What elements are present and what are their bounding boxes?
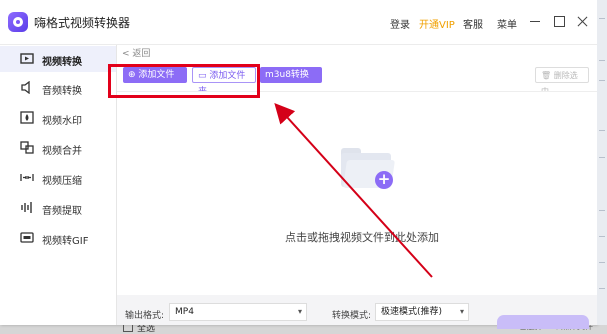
m3u8-label: m3u8转换	[265, 70, 309, 80]
compress-icon	[20, 171, 34, 184]
app-title: 嗨格式视频转换器	[34, 16, 131, 30]
sidebar-item-gif[interactable]: 视频转GIF	[0, 225, 116, 251]
back-link[interactable]: < 返回	[122, 46, 150, 59]
mode-value: 极速模式(推荐)	[381, 307, 443, 317]
chevron-down-icon: ▾	[297, 307, 302, 316]
format-label: 输出格式:	[125, 311, 165, 321]
chevron-down-icon: ▾	[459, 307, 464, 316]
sidebar-item-watermark[interactable]: 视频水印	[0, 105, 116, 131]
output-settings-bar: 输出格式: MP4 ▾ 转换模式: 极速模式(推荐) ▾	[117, 295, 597, 329]
login-button[interactable]: 登录	[390, 16, 410, 31]
sidebar-item-merge[interactable]: 视频合并	[0, 135, 116, 161]
menu-button[interactable]: 菜单	[497, 16, 517, 31]
sidebar: 视频转换 音频转换 视频水印 视频合并 视频压缩 音频提取 视频转GIF	[0, 45, 117, 325]
vip-button[interactable]: 开通VIP	[419, 16, 455, 31]
delete-selected-button[interactable]: 🗑 删除选中	[535, 67, 589, 96]
minimize-icon[interactable]	[527, 13, 543, 29]
sidebar-item-audio-convert[interactable]: 音频转换	[0, 75, 116, 101]
select-all-label: 全选	[137, 324, 156, 334]
trash-icon: 🗑	[541, 71, 552, 80]
maximize-icon[interactable]	[551, 13, 567, 29]
drop-hint-text: 点击或拖拽视频文件到此处添加	[285, 231, 439, 244]
audio-extract-icon	[20, 201, 34, 214]
m3u8-convert-button[interactable]: m3u8转换	[260, 67, 322, 83]
sidebar-item-video-convert[interactable]: 视频转换	[0, 46, 116, 72]
video-convert-icon	[20, 52, 34, 65]
app-window: 嗨格式视频转换器 登录 开通VIP 客服 菜单 视频转换 音频转换 视频水印 视…	[0, 0, 597, 334]
sidebar-item-audio-extract[interactable]: 音频提取	[0, 195, 116, 221]
highlight-box	[108, 64, 260, 98]
audio-convert-icon	[20, 80, 34, 95]
mode-select[interactable]: 极速模式(推荐) ▾	[375, 303, 469, 321]
sidebar-item-compress[interactable]: 视频压缩	[0, 165, 116, 191]
sidebar-item-label: 视频转换	[42, 57, 82, 68]
start-convert-button[interactable]	[497, 315, 589, 329]
mode-label: 转换模式:	[332, 311, 372, 321]
sidebar-item-label: 音频转换	[42, 86, 82, 97]
merge-icon	[20, 141, 34, 154]
sidebar-item-label: 视频压缩	[42, 176, 82, 187]
sidebar-item-label: 视频合并	[42, 146, 82, 157]
format-select[interactable]: MP4 ▾	[169, 303, 307, 321]
format-value: MP4	[175, 307, 194, 317]
sidebar-item-label: 视频转GIF	[42, 236, 89, 247]
background-window-edge	[597, 0, 607, 325]
sidebar-item-label: 视频水印	[42, 116, 82, 127]
watermark-icon	[20, 111, 34, 124]
sidebar-item-label: 音频提取	[42, 206, 82, 217]
file-drop-zone[interactable]: + 点击或拖拽视频文件到此处添加 全选 已选择 0 个媒体文件	[117, 91, 597, 334]
app-logo-icon	[8, 12, 28, 32]
add-plus-icon[interactable]: +	[375, 171, 393, 189]
gif-icon	[20, 231, 34, 244]
title-bar: 嗨格式视频转换器 登录 开通VIP 客服 菜单	[0, 0, 597, 45]
service-button[interactable]: 客服	[463, 16, 483, 31]
close-icon[interactable]	[574, 13, 590, 29]
